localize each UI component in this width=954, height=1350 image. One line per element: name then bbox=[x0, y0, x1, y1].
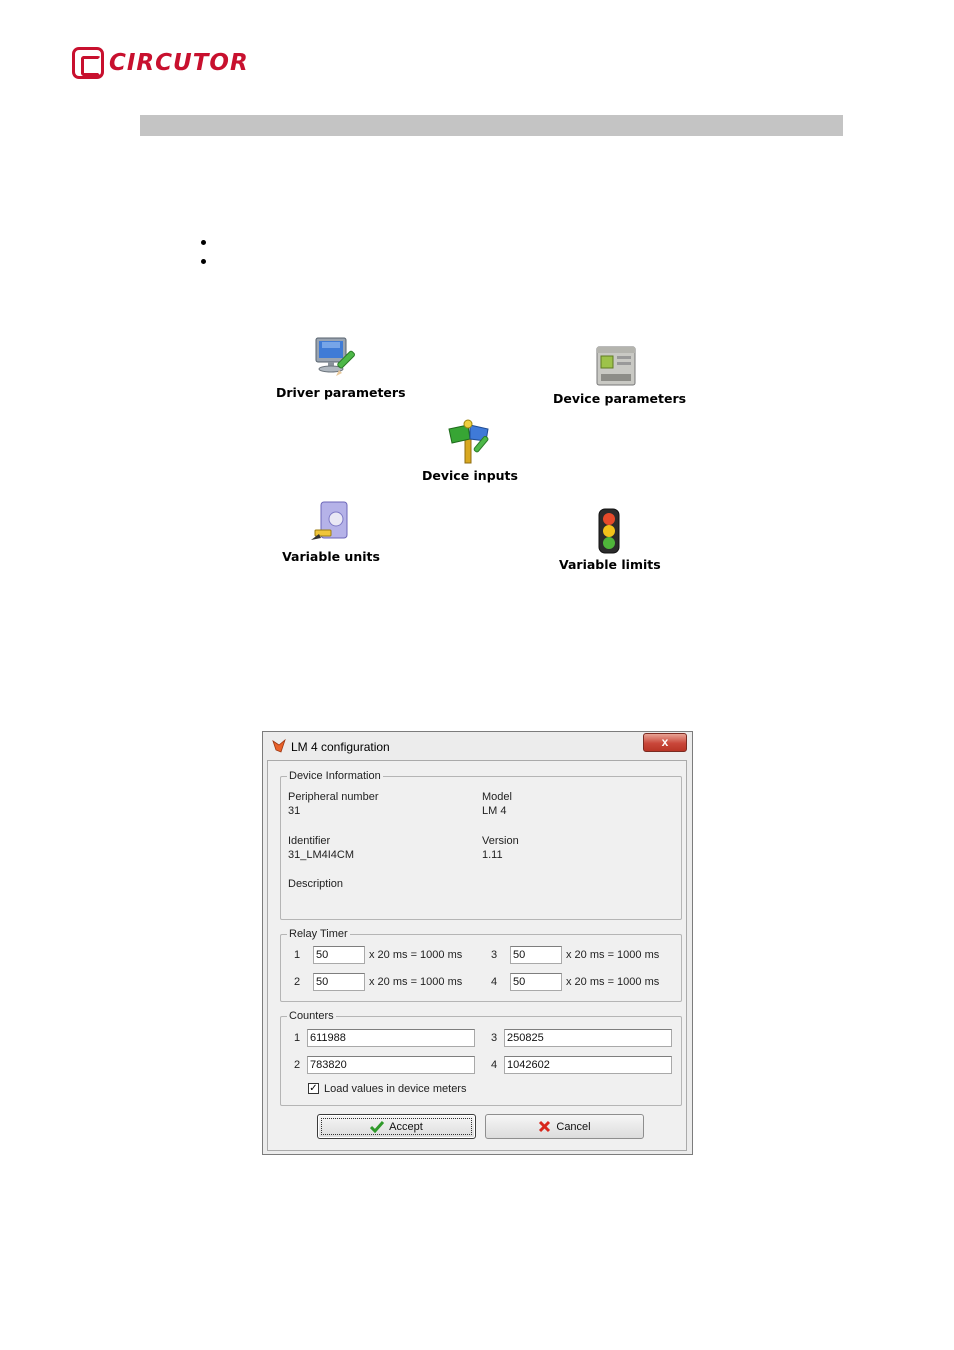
relay-timer-group: Relay Timer 1 x 20 ms = 1000 ms 2 x 20 m… bbox=[280, 928, 682, 1002]
monitor-pencil-icon bbox=[315, 337, 355, 376]
bullet-point bbox=[201, 240, 206, 245]
relay-timer-legend: Relay Timer bbox=[287, 928, 350, 940]
app-flame-icon bbox=[272, 739, 286, 753]
accept-button[interactable]: Accept bbox=[317, 1114, 476, 1139]
device-parameters-label: Device parameters bbox=[553, 391, 687, 406]
dialog-body: Device Information Peripheral number 31 … bbox=[267, 760, 687, 1151]
units-document-icon bbox=[311, 501, 348, 540]
red-x-icon bbox=[539, 1120, 551, 1133]
circutor-logo-mark bbox=[72, 47, 104, 79]
counter-number: 2 bbox=[294, 1059, 301, 1071]
identifier-value: 31_LM4I4CM bbox=[288, 849, 355, 861]
device-information-group: Device Information Peripheral number 31 … bbox=[280, 770, 682, 920]
relay-timer-number: 4 bbox=[491, 976, 498, 988]
signpost-pencil-icon bbox=[448, 419, 489, 464]
counter-1-input[interactable] bbox=[307, 1029, 475, 1047]
load-values-label: Load values in device meters bbox=[324, 1083, 467, 1095]
counters-legend: Counters bbox=[287, 1010, 336, 1022]
peripheral-number-value: 31 bbox=[288, 805, 301, 817]
device-information-legend: Device Information bbox=[287, 770, 383, 782]
relay-timer-4-suffix: x 20 ms = 1000 ms bbox=[566, 976, 660, 988]
device-module-icon bbox=[596, 346, 635, 386]
device-parameters-button[interactable]: Device parameters bbox=[553, 344, 687, 406]
logo-text: CIRCUTOR bbox=[109, 50, 249, 76]
driver-parameters-button[interactable]: Driver parameters bbox=[276, 336, 406, 400]
checkmark-icon bbox=[370, 1120, 385, 1133]
relay-timer-2-suffix: x 20 ms = 1000 ms bbox=[369, 976, 463, 988]
identifier-label: Identifier bbox=[288, 835, 331, 847]
model-value: LM 4 bbox=[482, 805, 507, 817]
variable-units-label: Variable units bbox=[282, 549, 380, 564]
circutor-logo: CIRCUTOR bbox=[72, 46, 249, 80]
relay-timer-3-suffix: x 20 ms = 1000 ms bbox=[566, 949, 660, 961]
dialog-title: LM 4 configuration bbox=[291, 740, 390, 754]
counter-number: 4 bbox=[491, 1059, 498, 1071]
relay-timer-number: 1 bbox=[294, 949, 301, 961]
variable-limits-label: Variable limits bbox=[559, 557, 661, 572]
cancel-button[interactable]: Cancel bbox=[485, 1114, 644, 1139]
relay-timer-number: 2 bbox=[294, 976, 301, 988]
version-label: Version bbox=[482, 835, 519, 847]
driver-parameters-label: Driver parameters bbox=[276, 385, 406, 400]
relay-timer-2-input[interactable] bbox=[313, 973, 365, 991]
traffic-light-icon bbox=[598, 508, 620, 554]
counter-2-input[interactable] bbox=[307, 1056, 475, 1074]
accept-label: Accept bbox=[389, 1120, 423, 1133]
version-value: 1.11 bbox=[482, 849, 503, 861]
variable-limits-button[interactable]: Variable limits bbox=[559, 508, 661, 572]
description-label: Description bbox=[288, 878, 344, 890]
counter-3-input[interactable] bbox=[504, 1029, 672, 1047]
lm4-configuration-dialog: LM 4 configuration x Device Information … bbox=[262, 731, 693, 1155]
section-header-bar bbox=[140, 115, 843, 136]
relay-timer-1-suffix: x 20 ms = 1000 ms bbox=[369, 949, 463, 961]
cancel-label: Cancel bbox=[556, 1120, 591, 1133]
counter-number: 1 bbox=[294, 1032, 301, 1044]
counter-number: 3 bbox=[491, 1032, 498, 1044]
variable-units-button[interactable]: Variable units bbox=[282, 500, 380, 564]
dialog-titlebar[interactable]: LM 4 configuration x bbox=[263, 732, 692, 760]
bullet-point bbox=[201, 259, 206, 264]
device-inputs-button[interactable]: Device inputs bbox=[420, 419, 520, 483]
close-button[interactable]: x bbox=[643, 733, 687, 752]
counter-4-input[interactable] bbox=[504, 1056, 672, 1074]
relay-timer-number: 3 bbox=[491, 949, 498, 961]
load-values-checkbox[interactable]: ✓ bbox=[308, 1083, 319, 1094]
device-inputs-label: Device inputs bbox=[422, 468, 518, 483]
peripheral-number-label: Peripheral number bbox=[288, 791, 379, 803]
model-label: Model bbox=[482, 791, 512, 803]
relay-timer-1-input[interactable] bbox=[313, 946, 365, 964]
relay-timer-3-input[interactable] bbox=[510, 946, 562, 964]
relay-timer-4-input[interactable] bbox=[510, 973, 562, 991]
counters-group: Counters 1 2 3 4 ✓ Load values in device… bbox=[280, 1010, 682, 1106]
